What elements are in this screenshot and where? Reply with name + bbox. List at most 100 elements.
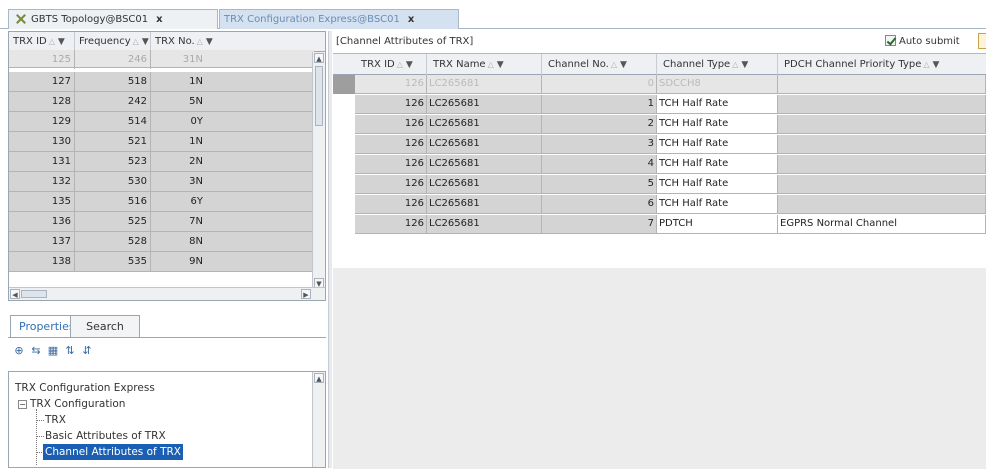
- cell-trx-no[interactable]: 2N: [151, 152, 203, 171]
- table-row[interactable]: 125 246 31N: [9, 50, 314, 69]
- cell-pdch-priority[interactable]: [778, 175, 986, 194]
- filter-icon[interactable]: ▼: [497, 55, 504, 75]
- cell-trx-no[interactable]: 3N: [151, 172, 203, 191]
- table-row[interactable]: 132 530 3N: [9, 172, 314, 192]
- cell-frequency[interactable]: 525: [75, 212, 151, 231]
- table-row[interactable]: 127 518 1N: [9, 72, 314, 92]
- table-row[interactable]: 126 LC265681 0 SDCCH8: [333, 75, 986, 94]
- table-row[interactable]: 126 LC265681 4 TCH Half Rate: [333, 155, 986, 174]
- column-header-trx-no[interactable]: TRX No. △ ▼: [151, 32, 325, 52]
- cell-channel-no[interactable]: 1: [542, 95, 657, 114]
- cell-channel-type[interactable]: TCH Half Rate: [657, 115, 778, 134]
- sort-descending-icon[interactable]: ⇵: [80, 344, 94, 358]
- cell-channel-no[interactable]: 4: [542, 155, 657, 174]
- locate-icon[interactable]: ⊕: [12, 344, 26, 358]
- cell-channel-type[interactable]: TCH Half Rate: [657, 195, 778, 214]
- cell-frequency[interactable]: 242: [75, 92, 151, 111]
- row-selector[interactable]: [333, 155, 355, 174]
- panel-splitter[interactable]: [328, 31, 332, 468]
- scroll-left-icon[interactable]: ◀: [10, 289, 20, 299]
- cell-channel-no[interactable]: 2: [542, 115, 657, 134]
- clipped-toolbar-button[interactable]: [978, 33, 986, 49]
- scroll-thumb[interactable]: [21, 290, 47, 298]
- cell-trx-name[interactable]: LC265681: [427, 135, 542, 154]
- filter-icon[interactable]: ▼: [741, 55, 748, 75]
- cell-channel-type[interactable]: PDTCH: [657, 215, 778, 234]
- cell-trx-no[interactable]: 8N: [151, 232, 203, 251]
- cell-trx-name[interactable]: LC265681: [427, 195, 542, 214]
- save-icon[interactable]: ▦: [46, 344, 60, 358]
- tab-search[interactable]: Search: [70, 315, 140, 337]
- cell-frequency[interactable]: 530: [75, 172, 151, 191]
- column-header-frequency[interactable]: Frequency △ ▼: [75, 32, 151, 52]
- cell-trx-no[interactable]: 31N: [151, 50, 203, 69]
- vertical-scrollbar[interactable]: ▲ ▼: [312, 52, 325, 289]
- cell-pdch-priority[interactable]: [778, 115, 986, 134]
- table-row[interactable]: 138 535 9N: [9, 252, 314, 272]
- cell-trx-id[interactable]: 132: [9, 172, 75, 191]
- cell-trx-id[interactable]: 138: [9, 252, 75, 271]
- table-row[interactable]: 135 516 6Y: [9, 192, 314, 212]
- column-header-channel-type[interactable]: Channel Type △ ▼: [657, 54, 778, 75]
- column-header-trx-name[interactable]: TRX Name △ ▼: [427, 54, 542, 75]
- cell-trx-name[interactable]: LC265681: [427, 115, 542, 134]
- cell-channel-type[interactable]: SDCCH8: [657, 75, 778, 94]
- cell-trx-id[interactable]: 126: [355, 115, 427, 134]
- scroll-right-icon[interactable]: ▶: [301, 289, 311, 299]
- column-header-trx-id[interactable]: TRX ID △ ▼: [355, 54, 427, 75]
- cell-trx-id[interactable]: 127: [9, 72, 75, 91]
- cell-trx-no[interactable]: 1N: [151, 132, 203, 151]
- row-selector[interactable]: [333, 135, 355, 154]
- cell-trx-id[interactable]: 126: [355, 155, 427, 174]
- table-row[interactable]: 126 LC265681 2 TCH Half Rate: [333, 115, 986, 134]
- table-row[interactable]: 126 LC265681 6 TCH Half Rate: [333, 195, 986, 214]
- tree-node-root[interactable]: TRX Configuration Express: [15, 380, 155, 396]
- cell-channel-type[interactable]: TCH Half Rate: [657, 135, 778, 154]
- table-row[interactable]: 126 LC265681 1 TCH Half Rate: [333, 95, 986, 114]
- cell-trx-id[interactable]: 137: [9, 232, 75, 251]
- scroll-up-icon[interactable]: ▲: [314, 373, 324, 383]
- collapse-icon[interactable]: −: [18, 400, 27, 409]
- cell-frequency[interactable]: 246: [75, 50, 151, 69]
- row-selector[interactable]: [333, 75, 355, 94]
- cell-pdch-priority[interactable]: [778, 95, 986, 114]
- cell-trx-id[interactable]: 126: [355, 195, 427, 214]
- table-row[interactable]: 136 525 7N: [9, 212, 314, 232]
- filter-icon[interactable]: ▼: [142, 32, 149, 52]
- cell-trx-name[interactable]: LC265681: [427, 155, 542, 174]
- cell-trx-id[interactable]: 126: [355, 215, 427, 234]
- cell-channel-type[interactable]: TCH Half Rate: [657, 155, 778, 174]
- scroll-thumb[interactable]: [315, 66, 323, 126]
- cell-channel-no[interactable]: 3: [542, 135, 657, 154]
- auto-submit-checkbox[interactable]: Auto submit: [885, 35, 960, 47]
- filter-icon[interactable]: ▼: [620, 55, 627, 75]
- tree-node-trx-configuration[interactable]: TRX Configuration: [30, 396, 125, 412]
- cell-pdch-priority[interactable]: [778, 155, 986, 174]
- cell-trx-id[interactable]: 135: [9, 192, 75, 211]
- cell-pdch-priority[interactable]: [778, 135, 986, 154]
- cell-trx-id[interactable]: 126: [355, 135, 427, 154]
- row-selector[interactable]: [333, 95, 355, 114]
- vertical-scrollbar[interactable]: ▲: [312, 372, 325, 467]
- table-row[interactable]: 131 523 2N: [9, 152, 314, 172]
- cell-channel-no[interactable]: 6: [542, 195, 657, 214]
- close-icon[interactable]: x: [408, 10, 414, 29]
- cell-pdch-priority[interactable]: EGPRS Normal Channel: [778, 215, 986, 234]
- tree-node-trx[interactable]: TRX: [45, 412, 66, 428]
- cell-trx-name[interactable]: LC265681: [427, 75, 542, 94]
- row-selector[interactable]: [333, 115, 355, 134]
- cell-channel-no[interactable]: 7: [542, 215, 657, 234]
- cell-trx-id[interactable]: 126: [355, 175, 427, 194]
- cell-frequency[interactable]: 516: [75, 192, 151, 211]
- cell-trx-no[interactable]: 1N: [151, 72, 203, 91]
- cell-trx-id[interactable]: 128: [9, 92, 75, 111]
- cell-trx-no[interactable]: 0Y: [151, 112, 203, 131]
- cell-frequency[interactable]: 528: [75, 232, 151, 251]
- cell-frequency[interactable]: 514: [75, 112, 151, 131]
- link-icon[interactable]: ⇆: [29, 344, 43, 358]
- cell-channel-type[interactable]: TCH Half Rate: [657, 175, 778, 194]
- table-row[interactable]: 126 LC265681 3 TCH Half Rate: [333, 135, 986, 154]
- tree-node-channel-attributes[interactable]: Channel Attributes of TRX: [43, 444, 183, 460]
- cell-channel-type[interactable]: TCH Half Rate: [657, 95, 778, 114]
- column-header-pdch-priority[interactable]: PDCH Channel Priority Type △ ▼: [778, 54, 986, 75]
